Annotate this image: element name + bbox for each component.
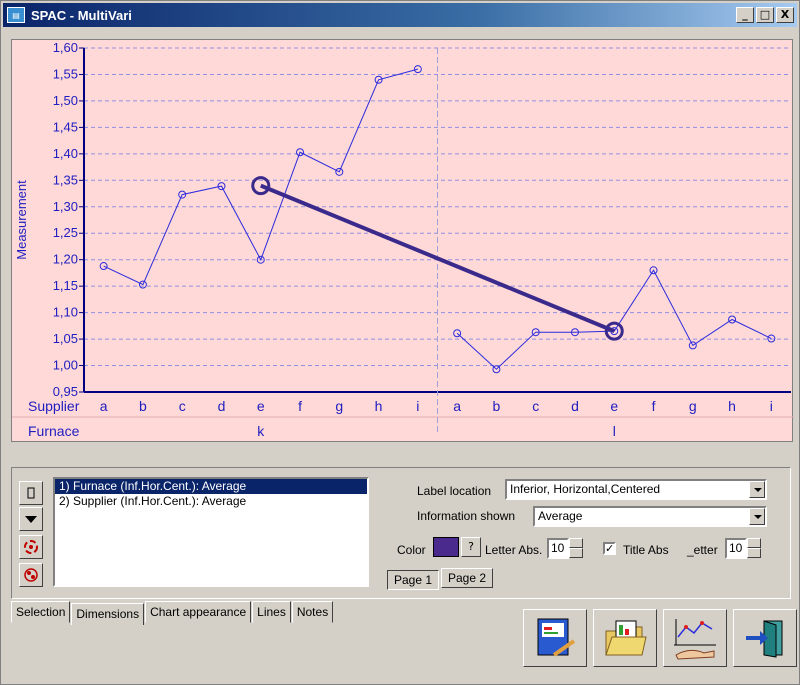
furnace-tick-label: k [257,423,265,439]
letter-label: _etter [687,543,718,557]
tab-notes[interactable]: Notes [291,601,334,623]
tab-page-2[interactable]: Page 2 [441,568,493,588]
chevron-down-icon[interactable] [749,481,765,498]
exit-button[interactable] [733,609,797,667]
minimize-button[interactable]: _ [736,7,754,23]
app-icon: ▤ [7,7,25,23]
title-abs-label: Title Abs [623,543,669,557]
supplier-tick-label: a [453,398,461,414]
dimension-list[interactable]: 1) Furnace (Inf.Hor.Cent.): Average 2) S… [53,477,369,587]
y-tick-label: 0,95 [53,384,78,399]
remove-dimension-button[interactable] [19,563,43,587]
letter-spinner[interactable]: 10 [725,538,761,559]
y-tick-label: 1,40 [53,146,78,161]
y-tick-label: 1,05 [53,331,78,346]
spin-up-icon[interactable] [569,538,583,548]
chevron-down-icon[interactable] [749,508,765,525]
y-tick-label: 1,55 [53,66,78,81]
label-location-label: Label location [417,484,492,498]
move-up-button[interactable] [19,481,43,505]
supplier-tick-label: i [416,398,419,414]
tab-page-1[interactable]: Page 1 [387,570,439,590]
chart-button[interactable] [663,609,727,667]
list-item[interactable]: 1) Furnace (Inf.Hor.Cent.): Average [55,479,367,494]
multivari-chart: 0,95 1,00 1,05 1,10 1,15 1,20 1,25 1,30 1,35 1,40… [11,39,794,442]
information-shown-label: Information shown [417,509,516,523]
y-axis-label: Measurement [14,180,29,260]
supplier-tick-label: a [100,398,108,414]
report-button[interactable] [523,609,587,667]
open-button[interactable] [593,609,657,667]
supplier-tick-label: d [218,398,226,414]
label-location-value: Inferior, Horizontal,Centered [510,482,661,496]
supplier-tick-label: c [532,398,539,414]
letter-value: 10 [729,541,743,555]
rotate-icon [24,540,38,554]
information-shown-select[interactable]: Average [533,506,767,527]
y-tick-label: 1,00 [53,358,78,373]
furnace-axis-label: Furnace [28,423,80,439]
main-tabs: Selection Dimensions Chart appearance Li… [11,601,334,625]
move-up-icon [27,487,35,499]
label-location-select[interactable]: Inferior, Horizontal,Centered [505,479,767,500]
color-swatch[interactable] [433,537,459,557]
supplier-tick-label: f [652,398,656,414]
color-label: Color [397,543,426,557]
y-tick-label: 1,45 [53,119,78,134]
supplier-axis-label: Supplier [28,398,80,414]
arrow-down-icon [25,516,37,523]
supplier-tick-label: c [179,398,186,414]
supplier-tick-label: e [610,398,618,414]
y-tick-label: 1,10 [53,305,78,320]
add-dimension-button[interactable] [19,535,43,559]
letter-abs-value: 10 [551,541,565,555]
y-tick-label: 1,30 [53,199,78,214]
supplier-tick-label: h [375,398,383,414]
supplier-tick-label: b [493,398,501,414]
tab-dimensions[interactable]: Dimensions [71,603,145,625]
close-button[interactable]: X [776,7,794,23]
list-item[interactable]: 2) Supplier (Inf.Hor.Cent.): Average [55,494,367,509]
supplier-tick-label: b [139,398,147,414]
furnace-tick-label: l [613,423,616,439]
supplier-tick-label: f [298,398,302,414]
title-bar: ▤ SPAC - MultiVari _ □ X [3,3,797,27]
y-tick-label: 1,50 [53,93,78,108]
spin-down-icon[interactable] [569,548,583,558]
move-down-button[interactable] [19,507,43,531]
y-tick-label: 1,25 [53,225,78,240]
window-title: SPAC - MultiVari [31,7,132,23]
supplier-tick-label: i [770,398,773,414]
letter-abs-label: Letter Abs. [485,543,543,557]
supplier-tick-label: e [257,398,265,414]
supplier-tick-label: d [571,398,579,414]
color-picker-button[interactable]: ? [461,537,481,557]
open-folder-icon [605,620,647,656]
tab-lines[interactable]: Lines [252,601,291,623]
information-shown-value: Average [538,509,583,523]
spin-up-icon[interactable] [747,538,761,548]
report-edit-icon [537,618,576,657]
spin-down-icon[interactable] [747,548,761,558]
supplier-tick-label: g [689,398,697,414]
title-abs-checkbox[interactable]: ✓ [603,542,616,555]
maximize-button[interactable]: □ [756,7,774,23]
supplier-tick-label: h [728,398,736,414]
y-tick-label: 1,20 [53,252,78,267]
scatter-icon [24,568,38,582]
exit-door-icon [746,620,783,658]
chart-hand-icon [674,619,716,660]
tab-selection[interactable]: Selection [11,601,71,623]
tab-chart-appearance[interactable]: Chart appearance [145,601,252,623]
y-tick-label: 1,35 [53,172,78,187]
supplier-tick-label: g [335,398,343,414]
app-window: ▤ SPAC - MultiVari _ □ X 0,95 1,00 1,05 1,1… [0,0,800,685]
chart-svg: 0,95 1,00 1,05 1,10 1,15 1,20 1,25 1,30 1,35 1,40… [12,40,794,439]
y-tick-label: 1,60 [53,40,78,55]
letter-abs-spinner[interactable]: 10 [547,538,583,559]
y-tick-label: 1,15 [53,278,78,293]
